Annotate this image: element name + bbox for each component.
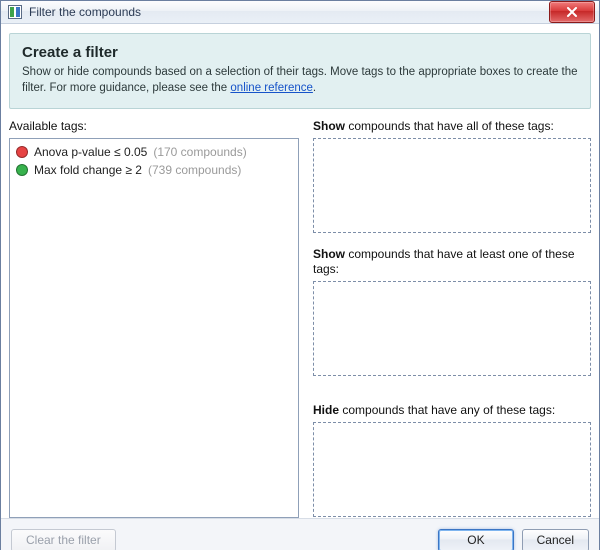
close-icon xyxy=(566,7,578,17)
online-reference-link[interactable]: online reference xyxy=(230,82,312,94)
close-button[interactable] xyxy=(549,1,595,23)
hide-dropbox[interactable] xyxy=(313,422,591,517)
app-icon xyxy=(7,4,23,20)
tag-item[interactable]: Max fold change ≥ 2 (739 compounds) xyxy=(14,161,294,179)
available-tags-label: Available tags: xyxy=(9,119,299,134)
show-all-label-rest: compounds that have all of these tags: xyxy=(345,119,554,133)
info-heading: Create a filter xyxy=(22,44,578,61)
titlebar[interactable]: Filter the compounds xyxy=(1,1,599,24)
available-tags-list[interactable]: Anova p-value ≤ 0.05 (170 compounds) Max f… xyxy=(9,138,299,518)
window-title: Filter the compounds xyxy=(29,5,549,19)
show-all-label: Show compounds that have all of these ta… xyxy=(313,119,591,134)
show-all-label-bold: Show xyxy=(313,119,345,133)
filter-boxes-column: Show compounds that have all of these ta… xyxy=(313,117,591,518)
tag-count: (170 compounds) xyxy=(153,145,246,159)
clear-filter-button[interactable]: Clear the filter xyxy=(11,529,116,550)
info-panel: Create a filter Show or hide compounds b… xyxy=(9,33,591,109)
hide-section: Hide compounds that have any of these ta… xyxy=(313,388,591,517)
show-any-label-bold: Show xyxy=(313,247,345,261)
show-any-dropbox[interactable] xyxy=(313,281,591,376)
tag-name: Anova p-value ≤ 0.05 xyxy=(34,145,147,159)
show-any-label: Show compounds that have at least one of… xyxy=(313,247,591,277)
ok-button[interactable]: OK xyxy=(438,529,513,550)
show-any-section: Show compounds that have at least one of… xyxy=(313,245,591,376)
hide-label-bold: Hide xyxy=(313,403,339,417)
show-all-section: Show compounds that have all of these ta… xyxy=(313,117,591,233)
info-body: Show or hide compounds based on a select… xyxy=(22,65,578,96)
tag-name: Max fold change ≥ 2 xyxy=(34,163,142,177)
footer: Clear the filter OK Cancel xyxy=(1,518,599,550)
tag-item[interactable]: Anova p-value ≤ 0.05 (170 compounds) xyxy=(14,143,294,161)
tag-swatch-icon xyxy=(16,146,28,158)
content-area: Create a filter Show or hide compounds b… xyxy=(1,24,599,550)
info-body-post: . xyxy=(313,82,316,94)
hide-label-rest: compounds that have any of these tags: xyxy=(339,403,555,417)
show-any-label-rest: compounds that have at least one of thes… xyxy=(313,247,575,276)
show-all-dropbox[interactable] xyxy=(313,138,591,233)
columns: Available tags: Anova p-value ≤ 0.05 (170… xyxy=(1,117,599,518)
available-tags-column: Available tags: Anova p-value ≤ 0.05 (170… xyxy=(9,117,299,518)
dialog-window: Filter the compounds Create a filter Sho… xyxy=(0,0,600,550)
tag-swatch-icon xyxy=(16,164,28,176)
cancel-button[interactable]: Cancel xyxy=(522,529,589,550)
hide-label: Hide compounds that have any of these ta… xyxy=(313,390,591,418)
tag-count: (739 compounds) xyxy=(148,163,241,177)
